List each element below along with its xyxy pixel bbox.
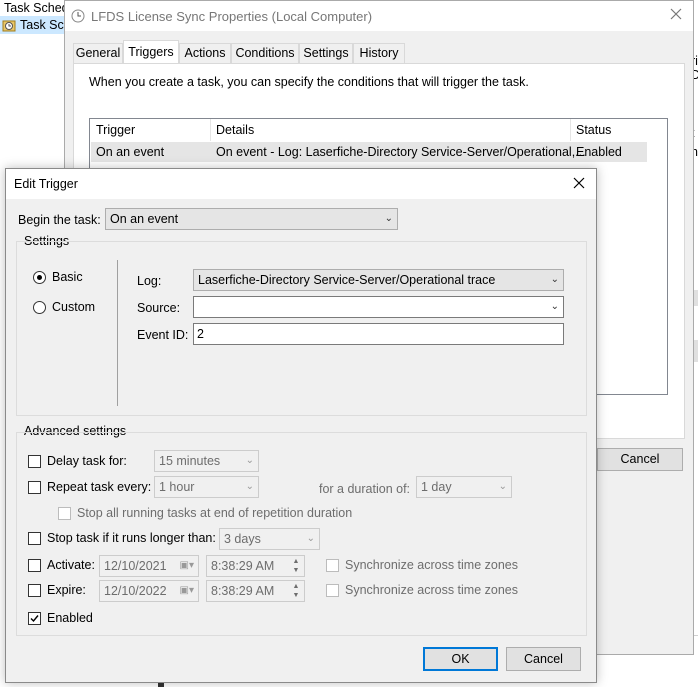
chevron-down-icon: ⌄ <box>306 533 315 544</box>
delay-task-dropdown[interactable]: 15 minutes ⌄ <box>154 450 259 472</box>
spinner-icon[interactable]: ▲ ▼ <box>289 557 303 575</box>
tab-settings[interactable]: Settings <box>299 43 353 63</box>
check-icon <box>30 615 39 623</box>
settings-divider <box>117 260 118 406</box>
custom-radio[interactable] <box>33 301 46 314</box>
radio-selected-dot <box>37 275 42 280</box>
stop-longer-checkbox[interactable] <box>28 532 41 545</box>
chevron-down-icon: ⌄ <box>550 274 559 285</box>
stop-all-checkbox[interactable] <box>58 507 71 520</box>
log-value: Laserfiche-Directory Service-Server/Oper… <box>198 273 496 287</box>
expire-checkbox[interactable] <box>28 584 41 597</box>
row-status: Enabled <box>576 145 622 159</box>
repeat-task-dropdown[interactable]: 1 hour ⌄ <box>154 476 259 498</box>
task-scheduler-icon <box>2 18 16 32</box>
column-divider <box>210 119 211 141</box>
enabled-checkbox[interactable] <box>28 612 41 625</box>
activate-sync-label: Synchronize across time zones <box>345 558 518 572</box>
delay-task-checkbox[interactable] <box>28 455 41 468</box>
basic-radio[interactable] <box>33 271 46 284</box>
delay-task-label: Delay task for: <box>47 454 127 468</box>
task-scheduler-title: Task Sched <box>4 1 69 15</box>
expire-sync-checkbox[interactable] <box>326 584 339 597</box>
expire-time-picker[interactable]: 8:38:29 AM ▲ ▼ <box>206 580 305 602</box>
ok-button[interactable]: OK <box>423 647 498 671</box>
tree-item-task-scheduler[interactable]: Task Sch <box>0 16 71 34</box>
activate-sync-checkbox[interactable] <box>326 559 339 572</box>
begin-task-value: On an event <box>110 212 179 226</box>
clock-icon <box>71 9 85 23</box>
row-details: On event - Log: Laserfiche-Directory Ser… <box>216 145 586 159</box>
delay-task-value: 15 minutes <box>159 454 221 468</box>
chevron-down-icon: ⌄ <box>245 455 254 466</box>
event-id-input[interactable]: 2 <box>193 323 564 345</box>
spinner-icon[interactable]: ▲ ▼ <box>289 582 303 600</box>
repeat-task-value: 1 hour <box>159 480 195 494</box>
column-header-details[interactable]: Details <box>216 123 254 137</box>
activate-label: Activate: <box>47 558 95 572</box>
calendar-dropdown-icon: ▣▾ <box>179 585 194 596</box>
expire-sync-label: Synchronize across time zones <box>345 583 518 597</box>
properties-title: LFDS License Sync Properties (Local Comp… <box>91 9 373 24</box>
event-id-label: Event ID: <box>137 328 189 342</box>
custom-radio-label: Custom <box>52 300 96 314</box>
tab-history[interactable]: History <box>353 43 405 63</box>
begin-task-dropdown[interactable]: On an event ⌄ <box>105 208 398 230</box>
stop-longer-label: Stop task if it runs longer than: <box>47 531 216 545</box>
close-icon[interactable] <box>572 176 586 190</box>
column-header-status[interactable]: Status <box>576 123 611 137</box>
activate-time-picker[interactable]: 8:38:29 AM ▲ ▼ <box>206 555 305 577</box>
duration-dropdown[interactable]: 1 day ⌄ <box>416 476 512 498</box>
expire-label: Expire: <box>47 583 86 597</box>
stop-longer-dropdown[interactable]: 3 days ⌄ <box>219 528 320 550</box>
dialog-cancel-button[interactable]: Cancel <box>506 647 581 671</box>
triggers-description: When you create a task, you can specify … <box>89 75 529 89</box>
activate-date-value: 12/10/2021 <box>104 559 167 573</box>
dialog-title: Edit Trigger <box>14 177 78 191</box>
tab-actions[interactable]: Actions <box>179 43 231 63</box>
expire-time-value: 8:38:29 AM <box>211 584 275 598</box>
task-scheduler-header: Task Sched Task Sch <box>0 0 71 34</box>
source-label: Source: <box>137 301 181 315</box>
props-cancel-button[interactable]: Cancel <box>597 448 683 471</box>
dialog-title-bar: Edit Trigger <box>6 169 596 199</box>
begin-task-label: Begin the task: <box>18 213 101 227</box>
basic-radio-label: Basic <box>52 270 83 284</box>
log-label: Log: <box>137 274 162 288</box>
stop-longer-value: 3 days <box>224 532 261 546</box>
activate-date-picker[interactable]: 12/10/2021 ▣▾ <box>99 555 199 577</box>
calendar-dropdown-icon: ▣▾ <box>179 560 194 571</box>
chevron-down-icon: ⌄ <box>550 301 559 312</box>
chevron-down-icon: ⌄ <box>245 481 254 492</box>
repeat-task-checkbox[interactable] <box>28 481 41 494</box>
enabled-label: Enabled <box>47 611 93 625</box>
source-combo[interactable]: ⌄ <box>193 296 564 318</box>
edit-trigger-dialog: Edit Trigger Begin the task: On an event… <box>5 168 597 683</box>
log-dropdown[interactable]: Laserfiche-Directory Service-Server/Oper… <box>193 269 564 291</box>
expire-date-value: 12/10/2022 <box>104 584 167 598</box>
close-icon[interactable] <box>669 7 683 21</box>
tab-general[interactable]: General <box>73 43 123 63</box>
duration-value: 1 day <box>421 480 452 494</box>
row-trigger: On an event <box>96 145 165 159</box>
expire-date-picker[interactable]: 12/10/2022 ▣▾ <box>99 580 199 602</box>
table-header: Trigger Details Status <box>90 119 667 141</box>
chevron-down-icon: ⌄ <box>498 481 507 492</box>
column-divider <box>570 119 571 141</box>
chevron-down-icon: ⌄ <box>384 213 393 224</box>
duration-label: for a duration of: <box>319 482 411 496</box>
tab-triggers[interactable]: Triggers <box>123 40 179 64</box>
table-row[interactable]: On an event On event - Log: Laserfiche-D… <box>91 142 647 162</box>
repeat-task-label: Repeat task every: <box>47 480 152 494</box>
column-header-trigger[interactable]: Trigger <box>96 123 135 137</box>
activate-time-value: 8:38:29 AM <box>211 559 275 573</box>
stop-all-label: Stop all running tasks at end of repetit… <box>77 506 353 520</box>
tab-conditions[interactable]: Conditions <box>231 43 299 63</box>
properties-title-bar: LFDS License Sync Properties (Local Comp… <box>65 1 693 31</box>
activate-checkbox[interactable] <box>28 559 41 572</box>
